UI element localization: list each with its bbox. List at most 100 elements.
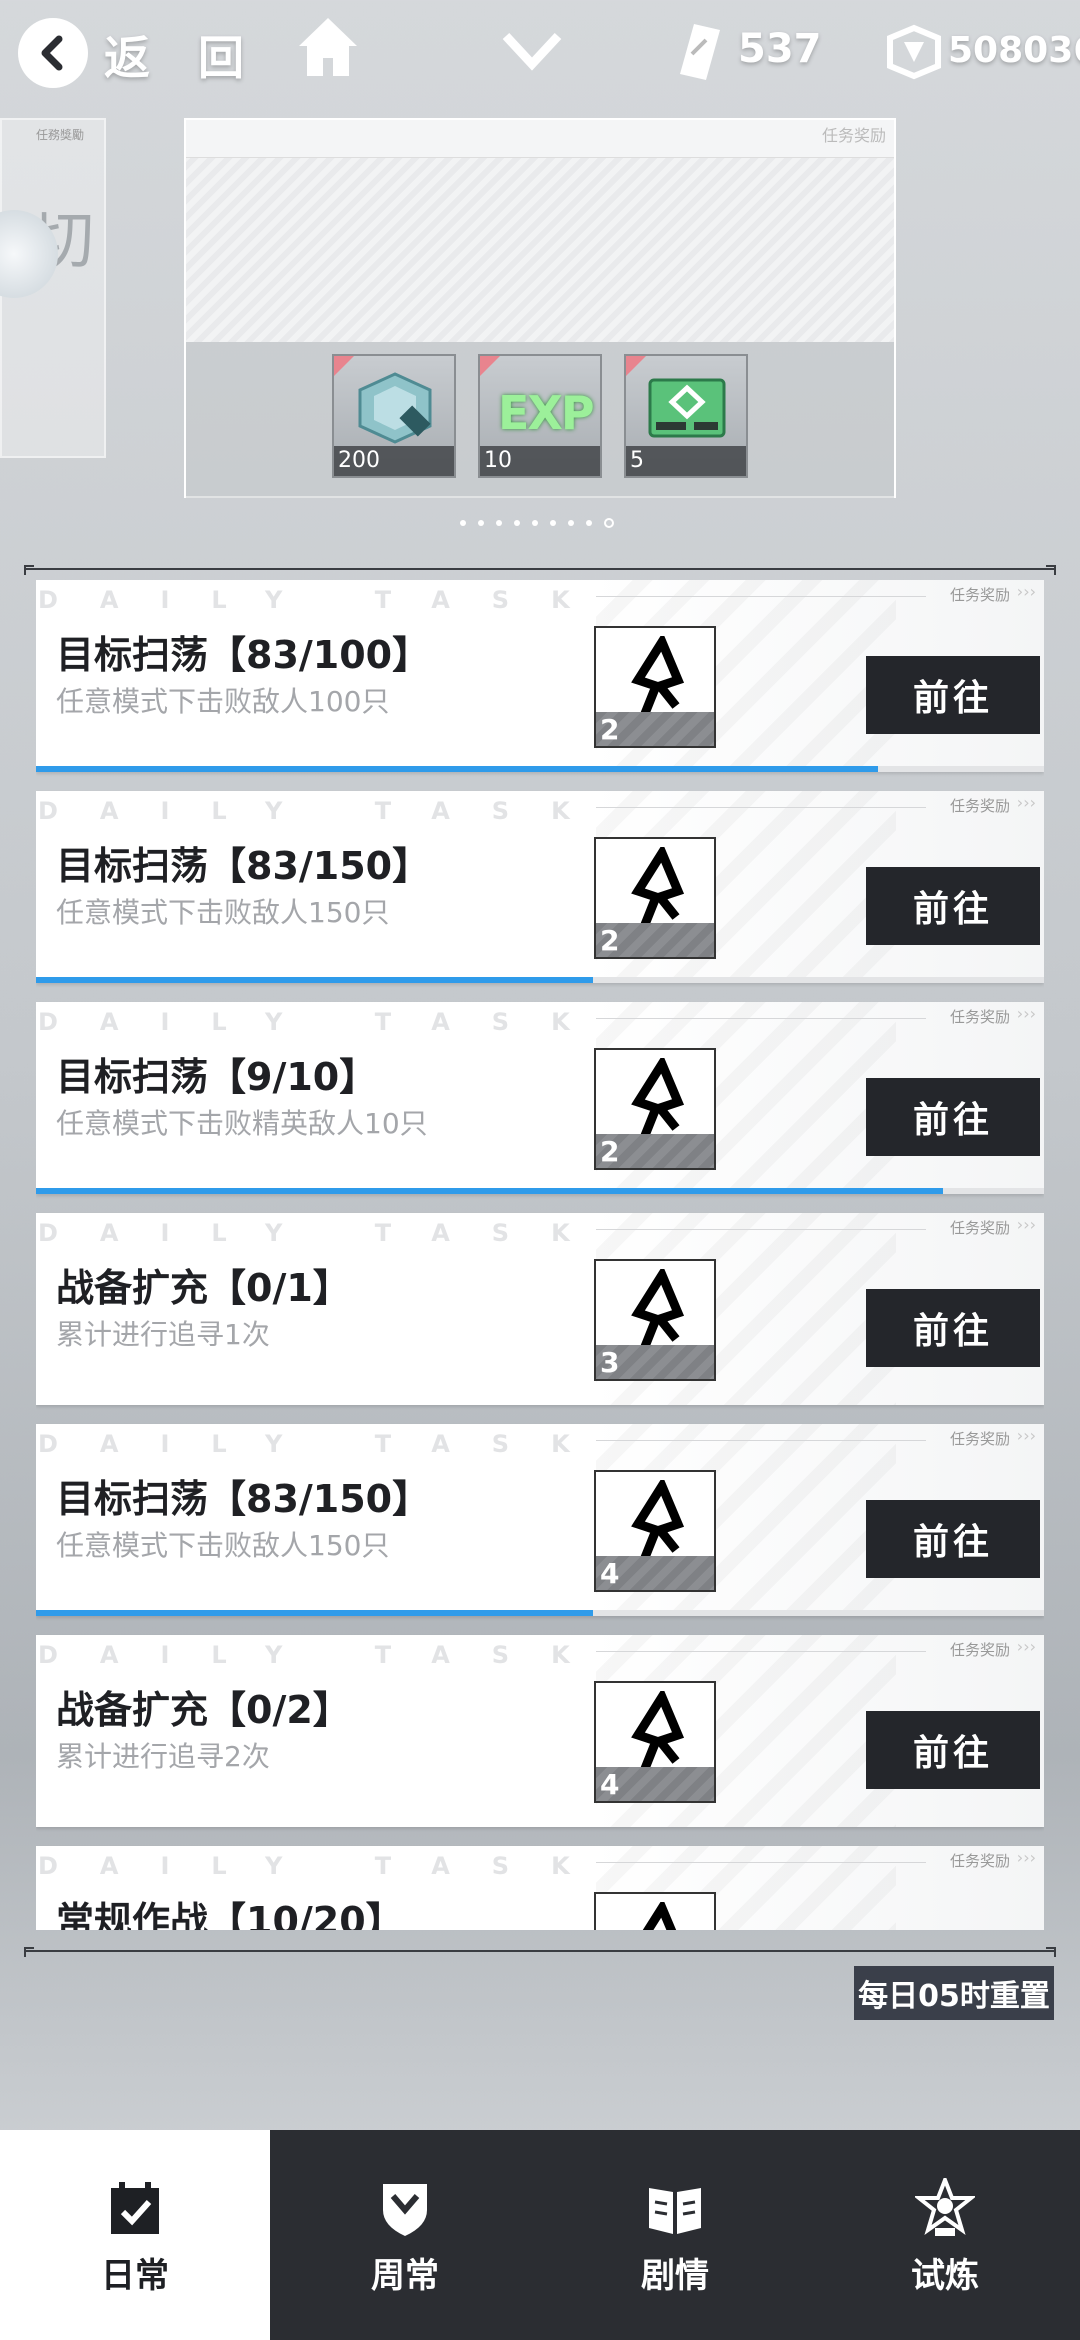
reward-panel-banner: 任务奖励 [186, 120, 894, 342]
task-reward-count: 4 [600, 1557, 620, 1590]
task-card[interactable]: DAILY TASK 任务奖励 ››› 常规作战【10/20】 [36, 1846, 1044, 1930]
bottom-nav: 日常 周常 剧情 试炼 [0, 2130, 1080, 2340]
progress-fill [36, 1188, 944, 1194]
page-dot [532, 520, 538, 526]
tab-label: 剧情 [641, 2256, 709, 2296]
back-button[interactable] [18, 18, 88, 88]
task-desc: 任意模式下击败精英敌人10只 [56, 1107, 428, 1140]
reward-mini-line [596, 1651, 926, 1652]
task-card[interactable]: DAILY TASK 任务奖励 ››› 目标扫荡【9/10】任意模式下击败精英敌人10… [36, 1002, 1044, 1194]
reset-badge: 每日05时重置 [854, 1966, 1054, 2020]
task-card[interactable]: DAILY TASK 任务奖励 ››› 战备扩充【0/2】 累计进行追寻2次 4 前往 [36, 1635, 1044, 1827]
daily-task-label: DAILY TASK [38, 1430, 612, 1458]
tab-label: 周常 [371, 2256, 439, 2296]
reward-count: 5 [626, 446, 746, 476]
page-dot [514, 520, 520, 526]
reward-mini-label: 任务奖励 [949, 1641, 1010, 1659]
reward-panel-tag: 任务奖励 [821, 126, 886, 145]
reward-mini-label: 任务奖励 [949, 1219, 1010, 1237]
reward-mini-arrows-icon: ››› [1016, 1004, 1036, 1023]
progress-bar [36, 977, 1044, 983]
task-title: 目标扫荡【83/150】 [56, 844, 431, 888]
go-button[interactable]: 前往 [866, 1711, 1040, 1789]
task-reward-item[interactable]: 4 [594, 1681, 716, 1803]
task-reward-item[interactable]: 2 [594, 626, 716, 748]
reward-corner-tag [334, 356, 354, 376]
task-reward-item[interactable]: 4 [594, 1470, 716, 1592]
task-reward-count: 2 [600, 924, 620, 957]
task-reward-item[interactable] [594, 1892, 716, 1930]
tab-trial[interactable]: 试炼 [810, 2130, 1080, 2340]
reward-mini-line [596, 1018, 926, 1019]
reward-panel-header: 任务奖励 [186, 120, 894, 158]
task-title: 目标扫荡【83/100】 [56, 633, 431, 677]
task-list[interactable]: DAILY TASK 任务奖励 ››› 目标扫荡【83/100】任意模式下击败敌人10… [36, 580, 1044, 1930]
home-icon[interactable] [295, 14, 361, 80]
ticket-icon [680, 24, 720, 80]
task-card[interactable]: DAILY TASK 任务奖励 ››› 目标扫荡【83/150】 任意模式下击败敌人15… [36, 791, 1044, 983]
task-desc: 任意模式下击败敌人150只 [56, 896, 390, 929]
task-reward-item[interactable]: 2 [594, 837, 716, 959]
tab-label: 试炼 [911, 2256, 979, 2296]
reward-mini-arrows-icon: ››› [1016, 1848, 1036, 1867]
page-indicator [460, 518, 614, 528]
reward-mini-line [596, 1440, 926, 1441]
reward-item[interactable]: 200 [332, 354, 456, 478]
reward-mini-line [596, 596, 926, 597]
page-dot [460, 520, 466, 526]
exp-icon: EXP [498, 386, 595, 440]
go-button[interactable]: 前往 [866, 1078, 1040, 1156]
ticket-count: 537 [738, 26, 822, 72]
reward-mini-label: 任务奖励 [949, 1008, 1010, 1026]
page-dot-active [604, 518, 614, 528]
reward-mini-label: 任务奖励 [949, 1430, 1010, 1448]
chevron-down-icon[interactable] [500, 26, 564, 76]
tab-weekly[interactable]: 周常 [270, 2130, 540, 2340]
task-card[interactable]: DAILY TASK 任务奖励 ››› 目标扫荡【83/150】 任意模式下击败敌人15… [36, 1424, 1044, 1616]
back-label[interactable]: 返 回 [104, 22, 260, 88]
task-reward-count: 3 [600, 1346, 620, 1379]
progress-fill [36, 766, 878, 772]
go-button[interactable]: 前往 [866, 867, 1040, 945]
tab-label: 日常 [101, 2256, 169, 2296]
lightning-icon [642, 1902, 677, 1930]
reward-mini-arrows-icon: ››› [1016, 582, 1036, 601]
tab-daily[interactable]: 日常 [0, 2130, 270, 2340]
reward-mini-arrows-icon: ››› [1016, 793, 1036, 812]
daily-task-label: DAILY TASK [38, 1852, 612, 1880]
page-dot [568, 520, 574, 526]
task-title: 目标扫荡【83/150】 [56, 1477, 431, 1521]
side-panel-tiny-text: 任務獎勵 [36, 128, 85, 142]
task-card[interactable]: DAILY TASK 任务奖励 ››› 战备扩充【0/1】 累计进行追寻1次 3 前往 [36, 1213, 1044, 1405]
progress-bar [36, 766, 1044, 772]
back-arrow-icon [41, 35, 63, 71]
open-book-icon [649, 2188, 701, 2234]
go-button[interactable]: 前往 [866, 656, 1040, 734]
task-title: 目标扫荡【9/10】 [56, 1055, 378, 1099]
tab-story[interactable]: 剧情 [540, 2130, 810, 2340]
task-card[interactable]: DAILY TASK 任务奖励 ››› 目标扫荡【83/100】 任意模式下击败敌人10… [36, 580, 1044, 772]
task-reward-item[interactable]: 2 [594, 1048, 716, 1170]
task-reward-count: 2 [600, 713, 620, 746]
task-reward-item[interactable]: 3 [594, 1259, 716, 1381]
reward-item[interactable]: EXP 10 [478, 354, 602, 478]
task-title: 常规作战【10/20】 [56, 1899, 404, 1930]
progress-fill [36, 1610, 594, 1616]
task-reward-count: 2 [600, 1135, 620, 1168]
reward-corner-tag [480, 356, 500, 376]
reward-mini-line [596, 1862, 926, 1863]
calendar-check-icon [111, 2182, 159, 2234]
reward-mini-line [596, 807, 926, 808]
reward-item[interactable]: 5 [624, 354, 748, 478]
task-title: 战备扩充【0/1】 [56, 1266, 351, 1310]
reward-mini-label: 任务奖励 [949, 586, 1010, 604]
reward-count: 10 [480, 446, 600, 476]
daily-task-label: DAILY TASK [38, 1008, 612, 1036]
coin-count: 508036 [948, 30, 1080, 71]
reward-items: 200 EXP 10 5 [186, 342, 894, 498]
task-desc: 任意模式下击败敌人100只 [56, 685, 390, 718]
go-button[interactable]: 前往 [866, 1289, 1040, 1367]
page-dot [478, 520, 484, 526]
go-button[interactable]: 前往 [866, 1500, 1040, 1578]
page-dot [550, 520, 556, 526]
